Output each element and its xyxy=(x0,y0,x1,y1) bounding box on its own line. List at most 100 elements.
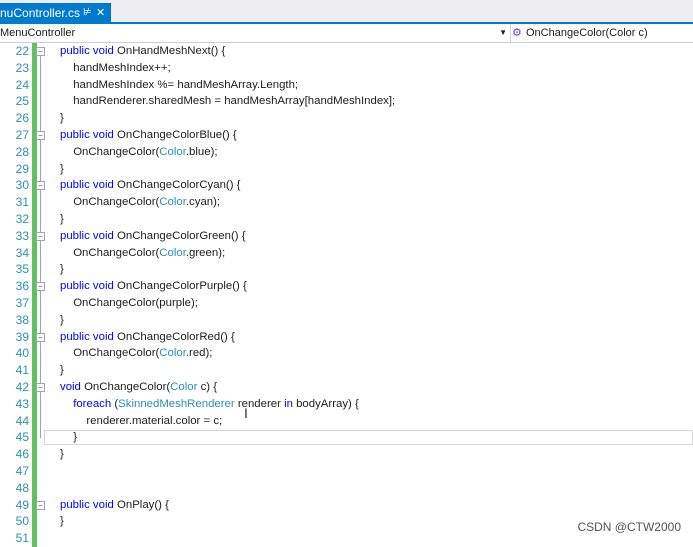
code-text: } xyxy=(60,211,64,228)
type-token: Color xyxy=(170,381,198,393)
keyword-token: public void xyxy=(60,229,117,242)
fold-toggle-icon[interactable]: − xyxy=(36,332,45,342)
line-number: 38 xyxy=(15,312,29,327)
code-text: OnChangeColor(purple); xyxy=(73,295,198,312)
code-token: .green); xyxy=(185,246,226,259)
code-line[interactable]: 28 OnChangeColor(Color.blue); xyxy=(0,143,693,161)
keyword-token: foreach xyxy=(73,397,112,410)
code-line[interactable]: 29} xyxy=(0,160,693,178)
code-line[interactable]: 25 handRenderer.sharedMesh = handMeshArra… xyxy=(0,93,693,111)
code-token: } xyxy=(73,431,77,444)
close-icon[interactable]: ✕ xyxy=(96,3,105,23)
fold-toggle-icon[interactable]: − xyxy=(36,383,45,392)
change-indicator xyxy=(32,110,37,128)
line-number: 37 xyxy=(15,296,29,310)
code-token: bodyArray) { xyxy=(292,397,359,410)
code-line[interactable]: 26} xyxy=(0,110,693,128)
code-token: handRenderer.sharedMesh = handMeshArray[… xyxy=(73,95,396,108)
change-indicator xyxy=(32,261,37,279)
code-line[interactable]: 37 OnChangeColor(purple); xyxy=(0,295,693,312)
pin-icon[interactable]: ⊭ xyxy=(83,3,92,23)
fold-toggle-icon[interactable]: − xyxy=(36,131,45,140)
code-line[interactable]: 24 handMeshIndex %= handMeshArray.Length; xyxy=(0,76,693,94)
code-editor[interactable]: 22− public void OnHandMeshNext() {23 handM… xyxy=(0,43,693,547)
change-indicator xyxy=(32,395,37,413)
change-indicator xyxy=(32,513,37,531)
line-number: 39 xyxy=(15,329,29,344)
code-token: OnPlay() { xyxy=(117,498,169,511)
change-indicator xyxy=(32,59,37,77)
code-line[interactable]: 41} xyxy=(0,362,693,380)
code-token: OnChangeColor( xyxy=(73,347,160,360)
code-line[interactable]: 42− void OnChangeColor(Color c) { xyxy=(0,379,693,396)
change-indicator xyxy=(32,93,37,111)
type-scope-dropdown[interactable]: MenuController ▼ xyxy=(0,24,511,42)
code-text: public void OnPlay() { xyxy=(60,497,169,514)
keyword-token: public void xyxy=(60,179,117,192)
line-number: 31 xyxy=(15,195,29,210)
change-indicator xyxy=(32,76,37,94)
code-line[interactable]: 39− public void OnChangeColorRed() { xyxy=(0,328,693,346)
code-token: .blue); xyxy=(185,145,218,158)
fold-toggle-icon[interactable]: − xyxy=(36,231,45,241)
code-line[interactable]: 27− public void OnChangeColorBlue() { xyxy=(0,127,693,144)
code-line[interactable]: 40 OnChangeColor(Color.red); xyxy=(0,345,693,363)
code-line[interactable]: 32} xyxy=(0,211,693,228)
fold-toggle-icon[interactable]: − xyxy=(36,47,45,56)
code-line[interactable]: 35} xyxy=(0,261,693,279)
code-line[interactable]: 48 xyxy=(0,479,693,497)
tab-label: nuController.cs xyxy=(0,6,81,20)
line-number: 34 xyxy=(15,245,29,260)
keyword-token: void xyxy=(60,381,85,393)
code-token: handMeshIndex %= handMeshArray.Length; xyxy=(73,78,299,91)
code-line[interactable]: 46} xyxy=(0,446,693,464)
code-line[interactable]: 36− public void OnChangeColorPurple() { xyxy=(0,278,693,296)
code-token: } xyxy=(60,313,64,326)
fold-toggle-icon[interactable]: − xyxy=(36,282,45,292)
code-token: OnChangeColor( xyxy=(84,381,171,393)
line-number: 35 xyxy=(15,262,29,277)
code-text: } xyxy=(60,261,64,278)
change-indicator xyxy=(32,311,37,329)
code-line[interactable]: 47 xyxy=(0,463,693,480)
code-token: OnChangeColorPurple() { xyxy=(117,280,247,293)
code-line[interactable]: 45} xyxy=(0,429,693,447)
code-text: handMeshIndex++; xyxy=(73,60,171,77)
member-scope-dropdown[interactable]: ⚙ OnChangeColor(Color c) xyxy=(511,24,693,42)
code-text: public void OnChangeColorRed() { xyxy=(60,329,235,346)
fold-toggle-icon[interactable]: − xyxy=(36,181,45,191)
change-indicator xyxy=(32,446,37,464)
keyword-token: public void xyxy=(60,129,117,141)
code-line[interactable]: 34 OnChangeColor(Color.green); xyxy=(0,244,693,262)
change-indicator xyxy=(32,244,37,262)
code-line[interactable]: 43 foreach (SkinnedMeshRenderer renderer … xyxy=(0,395,693,413)
code-token: } xyxy=(60,515,64,528)
code-token: OnChangeColorRed() { xyxy=(117,330,235,343)
code-token: } xyxy=(60,112,64,125)
code-text: OnChangeColor(Color.blue); xyxy=(73,144,217,161)
change-indicator xyxy=(32,211,37,228)
code-text: } xyxy=(60,161,64,178)
code-token: OnChangeColorGreen() { xyxy=(117,229,246,242)
code-token: } xyxy=(60,364,64,377)
code-line[interactable]: 22− public void OnHandMeshNext() { xyxy=(0,43,693,60)
tab-menucontroller[interactable]: nuController.cs ⊭ ✕ xyxy=(0,3,111,23)
code-line[interactable]: 30− public void OnChangeColorCyan() { xyxy=(0,177,693,195)
type-scope-label: MenuController xyxy=(0,27,76,39)
code-token: OnChangeColorBlue() { xyxy=(117,129,237,141)
change-indicator xyxy=(32,194,37,212)
change-indicator xyxy=(32,143,37,161)
code-token: .cyan); xyxy=(185,196,221,209)
code-line[interactable]: 23 handMeshIndex++; xyxy=(0,59,693,77)
change-indicator xyxy=(32,463,37,480)
code-token: handMeshIndex++; xyxy=(73,61,171,74)
code-text: public void OnHandMeshNext() { xyxy=(60,43,225,60)
member-scope-label: OnChangeColor(Color c) xyxy=(526,27,648,39)
code-line[interactable]: 49− public void OnPlay() { xyxy=(0,496,693,514)
fold-toggle-icon[interactable]: − xyxy=(36,500,45,510)
code-line[interactable]: 44 renderer.material.color = c; xyxy=(0,412,693,430)
code-text: void OnChangeColor(Color c) { xyxy=(60,379,217,396)
code-line[interactable]: 38} xyxy=(0,311,693,329)
code-line[interactable]: 33− public void OnChangeColorGreen() { xyxy=(0,227,693,245)
code-line[interactable]: 31 OnChangeColor(Color.cyan); xyxy=(0,194,693,212)
